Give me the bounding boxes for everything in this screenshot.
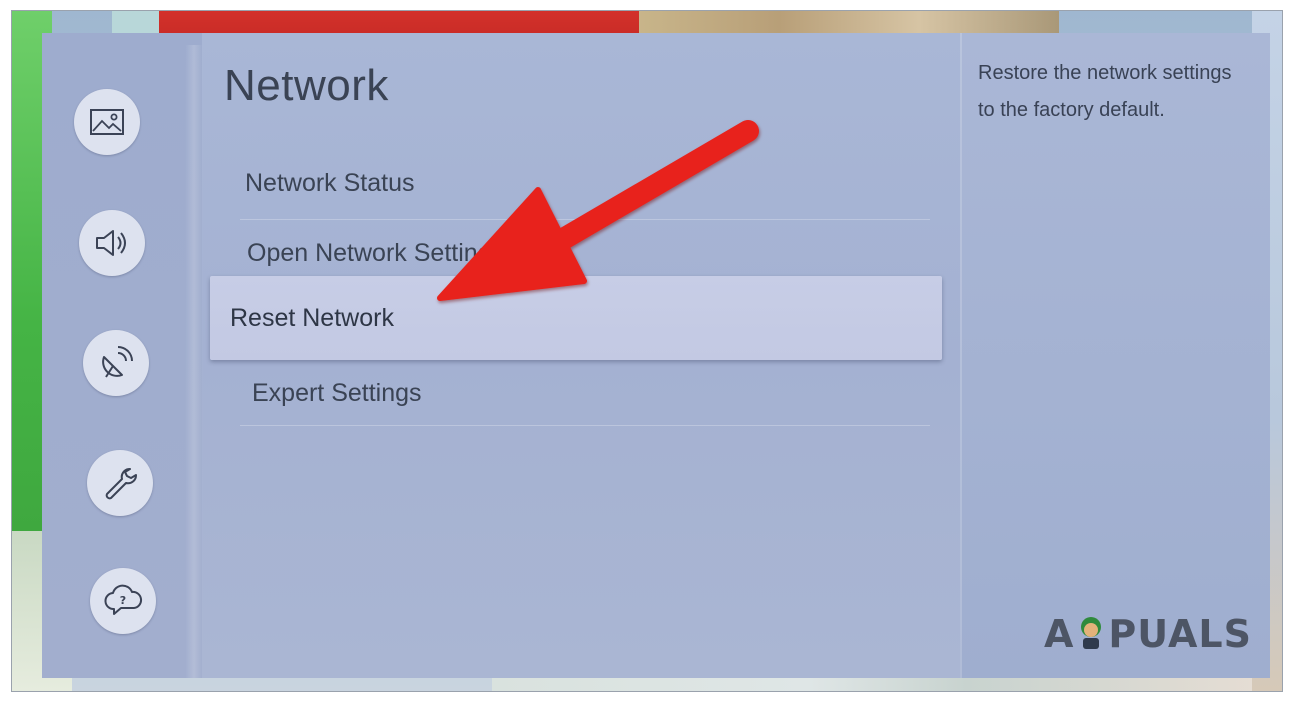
sidebar-item-picture[interactable] [74,89,140,155]
sidebar-item-broadcasting[interactable] [83,330,149,396]
network-menu: Network Network Status Open Network Sett… [202,33,960,678]
wrench-icon [105,468,137,500]
support-icon: ? [104,584,143,615]
sidebar-item-general[interactable] [87,450,153,516]
watermark-logo: A PUALS [1044,612,1252,656]
sound-icon [96,230,126,256]
sidebar-item-support[interactable]: ? [90,568,156,634]
menu-item-expert-settings[interactable]: Expert Settings [210,353,942,433]
settings-panel: ? Network Network Status Open Network Se… [42,33,1270,678]
svg-text:?: ? [120,594,126,607]
menu-divider [240,425,930,426]
description-panel: Restore the network settings to the fact… [960,33,1270,678]
menu-item-label: Open Network Settings [247,238,505,267]
sidebar-item-sound[interactable] [79,210,145,276]
menu-item-reset-network[interactable]: Reset Network [210,276,942,360]
menu-item-label: Expert Settings [252,378,422,407]
page-title: Network [224,61,389,110]
tv-photo: ? Network Network Status Open Network Se… [11,10,1283,692]
sidebar-seam [185,45,203,678]
menu-item-label: Network Status [245,168,415,197]
menu-item-network-status[interactable]: Network Status [210,143,942,223]
mascot-icon [1081,617,1102,649]
picture-icon [90,109,124,135]
menu-item-label: Reset Network [230,303,394,332]
broadcast-icon [102,346,133,378]
settings-sidebar: ? [42,33,203,678]
description-text: Restore the network settings to the fact… [978,62,1232,121]
